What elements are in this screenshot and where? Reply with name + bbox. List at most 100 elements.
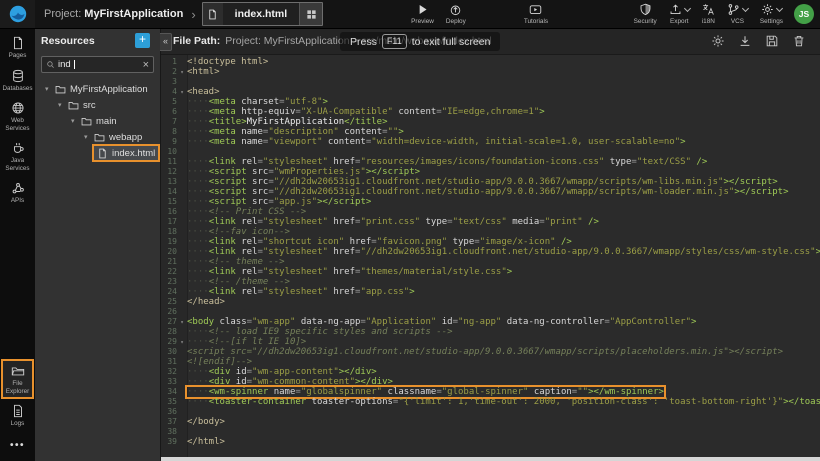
- databases-icon: [11, 69, 25, 83]
- code-line[interactable]: 6····<meta http-equiv="X-UA-Compatible" …: [160, 107, 820, 117]
- code-line[interactable]: 18····<!--fav icon-->: [160, 227, 820, 237]
- code-line-content: ····<link rel="stylesheet" href="resourc…: [187, 157, 707, 167]
- code-line-content: ····<script src="//dh2dw20653ig1.cloudfr…: [187, 187, 789, 197]
- fold-toggle-icon[interactable]: ▾: [177, 337, 187, 347]
- tree-expand-icon[interactable]: ▾: [58, 101, 68, 109]
- line-number: 38: [160, 427, 177, 437]
- code-line[interactable]: 29▾····<!--[if lt IE 10]>: [160, 337, 820, 347]
- tutorials-button[interactable]: Tutorials: [518, 0, 554, 28]
- i18n-button[interactable]: i18N: [696, 0, 721, 28]
- code-line[interactable]: 30<script src="//dh2dw20653ig1.cloudfron…: [160, 347, 820, 357]
- gear-icon[interactable]: [711, 34, 725, 48]
- vcs-button[interactable]: VCS: [721, 0, 754, 28]
- user-avatar[interactable]: JS: [794, 4, 814, 24]
- code-line[interactable]: 17····<link rel="stylesheet" href="print…: [160, 217, 820, 227]
- tree-expand-icon[interactable]: ▾: [71, 117, 81, 125]
- tree-item-main[interactable]: ▾main: [71, 113, 160, 129]
- line-number: 10: [160, 147, 177, 157]
- code-line[interactable]: 25</head>: [160, 297, 820, 307]
- preview-button[interactable]: Preview: [405, 0, 440, 28]
- code-line[interactable]: 32····<div id="wm-app-content"></div>: [160, 367, 820, 377]
- code-line-content: ····<script src="app.js"></script>: [187, 197, 371, 207]
- rail-item-logs[interactable]: Logs: [1, 399, 34, 432]
- rail-item-databases[interactable]: Databases: [1, 64, 34, 97]
- code-line[interactable]: 31<![endif]-->: [160, 357, 820, 367]
- code-line[interactable]: 15 ····<script src="app.js"></script>: [160, 197, 820, 207]
- export-button[interactable]: Export: [663, 0, 696, 28]
- app-root: Project:MyFirstApplication › index.html …: [0, 0, 820, 461]
- code-line[interactable]: 39</html>: [160, 437, 820, 447]
- line-number: 15: [160, 197, 177, 207]
- tab-index-html[interactable]: index.html: [202, 2, 324, 26]
- collapse-panel-button[interactable]: «: [160, 33, 172, 51]
- download-icon[interactable]: [738, 34, 752, 48]
- code-line[interactable]: 20····<link rel="stylesheet" href="//dh2…: [160, 247, 820, 257]
- tree-item-src[interactable]: ▾src: [58, 97, 160, 113]
- code-line[interactable]: 34····<wm-spinner name="globalspinner" c…: [160, 387, 820, 397]
- code-line[interactable]: 35····<toaster-container toaster-options…: [160, 397, 820, 407]
- code-line[interactable]: 16····<!-- Print CSS -->: [160, 207, 820, 217]
- resource-search-input[interactable]: ind ×: [41, 56, 154, 73]
- line-number: 23: [160, 277, 177, 287]
- action-label: Preview: [411, 18, 434, 25]
- settings-icon: [761, 3, 774, 16]
- tab-grid-toggle[interactable]: [299, 3, 322, 25]
- code-line[interactable]: 33····<div id="wm-common-content"></div>: [160, 377, 820, 387]
- code-line[interactable]: 10: [160, 147, 820, 157]
- code-line-content: ····<link rel="stylesheet" href="themes/…: [187, 267, 512, 277]
- code-line[interactable]: 2▾<html>: [160, 67, 820, 77]
- add-resource-button[interactable]: +: [135, 33, 150, 48]
- code-line[interactable]: 38: [160, 427, 820, 437]
- code-line[interactable]: 9····<meta name="viewport" content="widt…: [160, 137, 820, 147]
- trash-icon[interactable]: [792, 34, 806, 48]
- project-breadcrumb[interactable]: Project:MyFirstApplication: [44, 8, 183, 20]
- deploy-button[interactable]: Deploy: [440, 0, 472, 28]
- settings-button[interactable]: Settings: [754, 0, 789, 28]
- code-line-content: <![endif]-->: [187, 357, 252, 367]
- tree-expand-icon[interactable]: ▾: [45, 85, 55, 93]
- code-line[interactable]: 19····<link rel="shortcut icon" href="fa…: [160, 237, 820, 247]
- code-line[interactable]: 13····<script src="//dh2dw20653ig1.cloud…: [160, 177, 820, 187]
- code-line[interactable]: 24····<link rel="stylesheet" href="app.c…: [160, 287, 820, 297]
- code-line[interactable]: 1<!doctype html>: [160, 57, 820, 67]
- code-line[interactable]: 3: [160, 77, 820, 87]
- tree-item-index-html[interactable]: index.html: [92, 145, 158, 161]
- code-line[interactable]: 27▾<body class="wm-app" data-ng-app="App…: [160, 317, 820, 327]
- tree-item-myfirstapplication[interactable]: ▾MyFirstApplication: [45, 81, 160, 97]
- code-line[interactable]: 11····<link rel="stylesheet" href="resou…: [160, 157, 820, 167]
- rail-item-web-services[interactable]: Web Services: [1, 96, 34, 136]
- fold-toggle-icon[interactable]: ▾: [177, 67, 187, 77]
- code-line[interactable]: 22····<link rel="stylesheet" href="theme…: [160, 267, 820, 277]
- code-line[interactable]: 37</body>: [160, 417, 820, 427]
- code-line[interactable]: 5····<meta charset="utf-8">: [160, 97, 820, 107]
- rail-item-file-explorer[interactable]: File Explorer: [1, 359, 34, 399]
- code-line[interactable]: 36: [160, 407, 820, 417]
- code-line[interactable]: 26: [160, 307, 820, 317]
- fold-toggle-icon[interactable]: ▾: [177, 87, 187, 97]
- code-editor[interactable]: 1<!doctype html>2▾<html>34▾<head>5····<m…: [160, 55, 820, 457]
- rail-item-pages[interactable]: Pages: [1, 31, 34, 64]
- security-button[interactable]: Security: [628, 0, 663, 28]
- code-line[interactable]: 14····<script src="//dh2dw20653ig1.cloud…: [160, 187, 820, 197]
- code-line[interactable]: 7····<title>MyFirstApplication</title>: [160, 117, 820, 127]
- more-options-icon[interactable]: •••: [10, 440, 25, 451]
- fold-gutter: [177, 257, 187, 267]
- clear-search-icon[interactable]: ×: [143, 60, 149, 70]
- code-line-content: ····<meta http-equiv="X-UA-Compatible" c…: [187, 107, 545, 117]
- code-line[interactable]: 8····<meta name="description" content=""…: [160, 127, 820, 137]
- tree-item-webapp[interactable]: ▾webapp: [84, 129, 160, 145]
- code-line[interactable]: 12····<script src="wmProperties.js"></sc…: [160, 167, 820, 177]
- code-line[interactable]: 4▾<head>: [160, 87, 820, 97]
- tree-expand-icon[interactable]: ▾: [84, 133, 94, 141]
- code-line-content: ····<!--fav icon-->: [187, 227, 290, 237]
- save-icon[interactable]: [765, 34, 779, 48]
- code-line[interactable]: 23····<!-- /theme -->: [160, 277, 820, 287]
- rail-item-java-services[interactable]: Java Services: [1, 136, 34, 176]
- rail-item-apis[interactable]: APIs: [1, 176, 34, 209]
- horizontal-scrollbar[interactable]: [160, 457, 820, 461]
- code-line[interactable]: 28····<!-- load IE9 specific styles and …: [160, 327, 820, 337]
- code-line-content: ····<link rel="shortcut icon" href="favi…: [187, 237, 572, 247]
- fold-toggle-icon[interactable]: ▾: [177, 317, 187, 327]
- code-line[interactable]: 21····<!-- theme -->: [160, 257, 820, 267]
- app-logo[interactable]: [0, 0, 35, 28]
